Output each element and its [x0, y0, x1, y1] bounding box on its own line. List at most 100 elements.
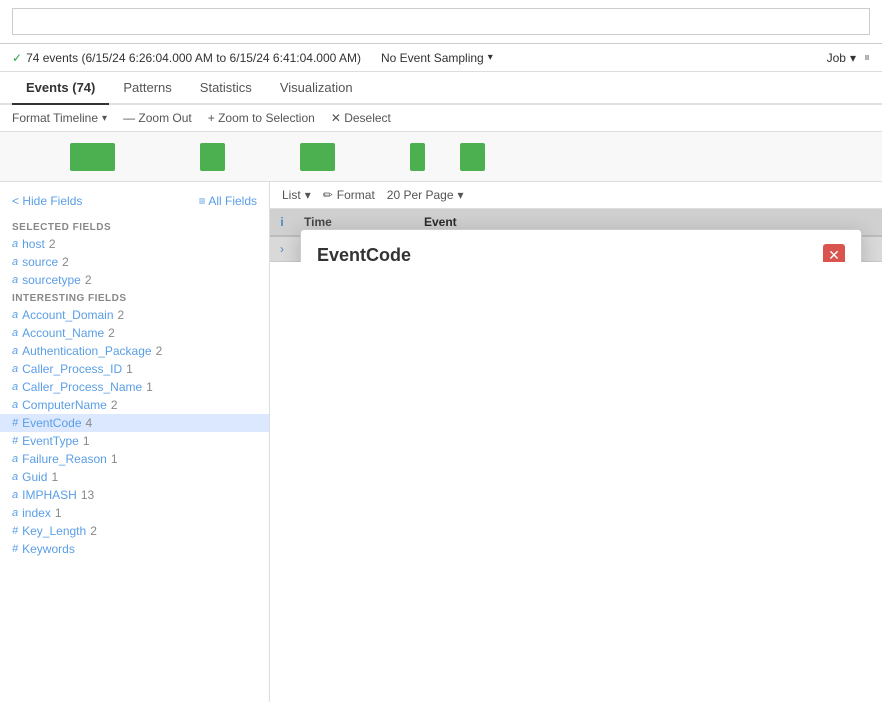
- sidebar-item-caller_process_name[interactable]: aCaller_Process_Name 1: [0, 378, 269, 396]
- field-name: Caller_Process_Name: [22, 380, 142, 394]
- field-count: 2: [49, 237, 56, 251]
- field-count: 2: [90, 524, 97, 538]
- all-fields-button[interactable]: ≡ All Fields: [199, 194, 257, 208]
- sampling-caret-icon: ▾: [488, 52, 493, 63]
- format-timeline-label: Format Timeline: [12, 111, 98, 125]
- field-type-icon: a: [12, 453, 18, 465]
- per-page-button[interactable]: 20 Per Page ▾: [387, 188, 464, 202]
- field-count: 1: [146, 380, 153, 394]
- field-name: index: [22, 506, 51, 520]
- field-type-icon: a: [12, 489, 18, 501]
- per-page-label: 20 Per Page: [387, 188, 454, 202]
- zoom-out-label: — Zoom Out: [123, 111, 192, 125]
- field-count: 1: [83, 434, 90, 448]
- field-name: IMPHASH: [22, 488, 77, 502]
- sidebar-item-caller_process_id[interactable]: aCaller_Process_ID 1: [0, 360, 269, 378]
- field-type-icon: a: [12, 471, 18, 483]
- modal-header: EventCode ✕: [301, 230, 861, 262]
- field-count: 1: [51, 470, 58, 484]
- field-type-icon: #: [12, 417, 18, 429]
- field-type-icon: a: [12, 507, 18, 519]
- tab-visualization[interactable]: Visualization: [266, 72, 367, 105]
- tab-events[interactable]: Events (74): [12, 72, 109, 105]
- sidebar-item-computername[interactable]: aComputerName 2: [0, 396, 269, 414]
- events-table-container: i Time Event › 6/15/24 <Event xmlns=http…: [270, 209, 882, 262]
- sidebar-item-host[interactable]: ahost 2: [0, 235, 269, 253]
- tabs-bar: Events (74) Patterns Statistics Visualiz…: [0, 72, 882, 105]
- interesting-fields-section-title: INTERESTING FIELDS: [0, 289, 269, 306]
- field-name: Account_Domain: [22, 308, 113, 322]
- sidebar-item-index[interactable]: aindex 1: [0, 504, 269, 522]
- zoom-out-button[interactable]: — Zoom Out: [123, 111, 192, 125]
- format-timeline-button[interactable]: Format Timeline ▾: [12, 111, 107, 125]
- sidebar-item-keywords[interactable]: # Keywords: [0, 540, 269, 558]
- format-label: Format: [337, 188, 375, 202]
- field-type-icon: a: [12, 256, 18, 268]
- time-range: (6/15/24 6:26:04.000 AM to 6/15/24 6:41:…: [81, 51, 361, 65]
- sidebar-item-guid[interactable]: aGuid 1: [0, 468, 269, 486]
- field-name: source: [22, 255, 58, 269]
- field-count: 2: [62, 255, 69, 269]
- sidebar-item-account_domain[interactable]: aAccount_Domain 2: [0, 306, 269, 324]
- event-count: 74 events: [26, 51, 78, 65]
- sidebar-item-eventtype[interactable]: #EventType 1: [0, 432, 269, 450]
- zoom-to-selection-label: + Zoom to Selection: [208, 111, 315, 125]
- interesting-fields-list: aAccount_Domain 2aAccount_Name 2aAuthent…: [0, 306, 269, 558]
- status-bar: ✓ 74 events (6/15/24 6:26:04.000 AM to 6…: [0, 44, 882, 72]
- content-area: < Hide Fields ≡ All Fields SELECTED FIEL…: [0, 182, 882, 702]
- per-page-caret-icon: ▾: [458, 188, 464, 202]
- sidebar-item-imphash[interactable]: a IMPHASH 13: [0, 486, 269, 504]
- format-timeline-caret: ▾: [102, 113, 107, 124]
- field-name: Authentication_Package: [22, 344, 151, 358]
- deselect-button[interactable]: ✕ Deselect: [331, 111, 391, 125]
- field-count: 13: [81, 488, 94, 502]
- modal-close-button[interactable]: ✕: [823, 244, 845, 262]
- sidebar-item-account_name[interactable]: aAccount_Name 2: [0, 324, 269, 342]
- list-button[interactable]: List ▾: [282, 188, 311, 202]
- no-event-sampling-button[interactable]: No Event Sampling ▾: [381, 51, 493, 65]
- field-type-icon: a: [12, 345, 18, 357]
- no-sampling-label: No Event Sampling: [381, 51, 484, 65]
- job-button[interactable]: Job ▾: [827, 51, 856, 65]
- field-count: 2: [108, 326, 115, 340]
- sidebar-item-failure_reason[interactable]: aFailure_Reason 1: [0, 450, 269, 468]
- field-count: 2: [156, 344, 163, 358]
- modal-title: EventCode: [317, 245, 411, 263]
- format-button[interactable]: ✏ Format: [323, 188, 375, 202]
- sidebar-item-authentication_package[interactable]: a Authentication_Package 2: [0, 342, 269, 360]
- deselect-label: ✕ Deselect: [331, 111, 391, 125]
- list-label: List: [282, 188, 301, 202]
- field-type-icon: #: [12, 543, 18, 555]
- field-name: Caller_Process_ID: [22, 362, 122, 376]
- sidebar-item-eventcode[interactable]: #EventCode 4: [0, 414, 269, 432]
- sidebar-header: < Hide Fields ≡ All Fields: [0, 190, 269, 212]
- sidebar-item-key_length[interactable]: # Key_Length 2: [0, 522, 269, 540]
- job-caret-icon: ▾: [850, 51, 856, 65]
- field-count: 1: [111, 452, 118, 466]
- events-area: List ▾ ✏ Format 20 Per Page ▾ i Time Eve…: [270, 182, 882, 702]
- pause-icon: ⏸: [864, 50, 870, 65]
- timeline-area: [0, 132, 882, 182]
- tab-patterns[interactable]: Patterns: [109, 72, 185, 105]
- field-name: EventCode: [22, 416, 81, 430]
- field-type-icon: a: [12, 274, 18, 286]
- field-type-icon: a: [12, 309, 18, 321]
- field-name: Keywords: [22, 542, 75, 556]
- job-label: Job: [827, 51, 846, 65]
- toolbar: Format Timeline ▾ — Zoom Out + Zoom to S…: [0, 105, 882, 132]
- pencil-icon: ✏: [323, 188, 333, 202]
- field-type-icon: a: [12, 238, 18, 250]
- field-type-icon: #: [12, 525, 18, 537]
- field-name: ComputerName: [22, 398, 107, 412]
- timeline-chart[interactable]: [10, 137, 612, 177]
- search-input[interactable]: index=endpoint adam: [12, 8, 870, 35]
- field-name: Key_Length: [22, 524, 86, 538]
- hide-fields-button[interactable]: < Hide Fields: [12, 194, 82, 208]
- selected-fields-list: ahost 2asource 2asourcetype 2: [0, 235, 269, 289]
- tab-statistics[interactable]: Statistics: [186, 72, 266, 105]
- sidebar-item-sourcetype[interactable]: asourcetype 2: [0, 271, 269, 289]
- sidebar-item-source[interactable]: asource 2: [0, 253, 269, 271]
- zoom-to-selection-button[interactable]: + Zoom to Selection: [208, 111, 315, 125]
- field-count: 1: [126, 362, 133, 376]
- status-check-icon: ✓: [12, 51, 22, 65]
